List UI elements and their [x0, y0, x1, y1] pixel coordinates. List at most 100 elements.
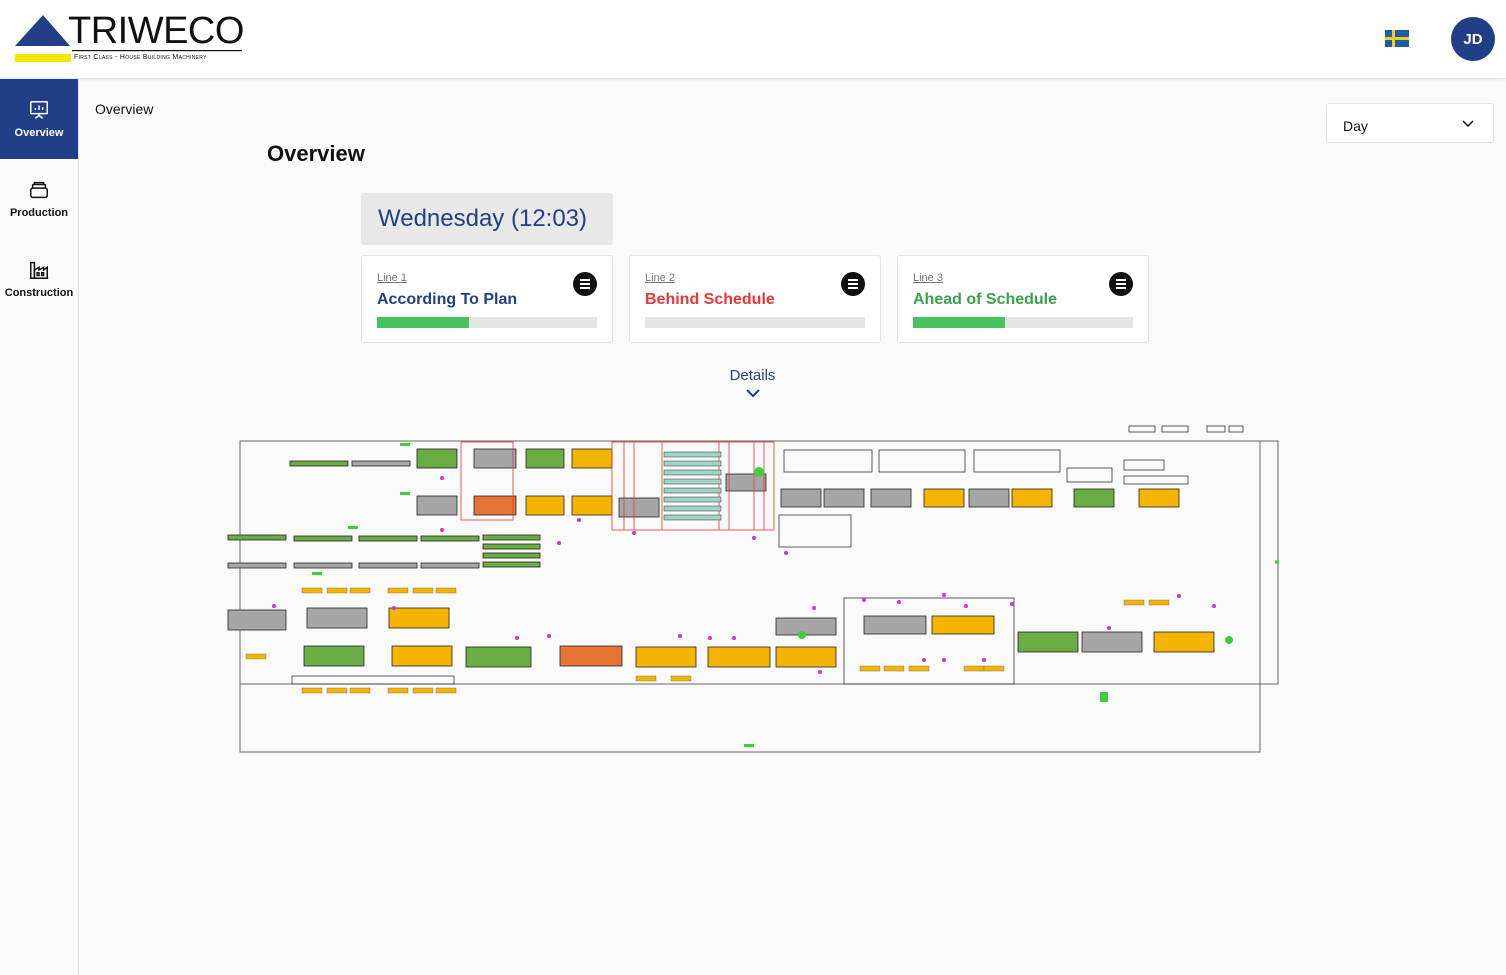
station-5	[416, 495, 458, 516]
chevron-down-icon	[745, 389, 760, 398]
station-25	[780, 488, 822, 508]
station-14	[293, 535, 353, 542]
station-47	[1081, 631, 1143, 653]
pallet-10	[387, 687, 409, 694]
pallet-1	[301, 587, 323, 594]
pallet-7	[301, 687, 323, 694]
logo-tagline: First Class - House Building Machinery	[74, 54, 207, 61]
day-time-chip: Wednesday (12:03)	[361, 193, 613, 245]
station-1	[416, 448, 458, 469]
station-28	[923, 488, 965, 508]
user-avatar[interactable]: JD	[1451, 17, 1495, 61]
line-status: Ahead of Schedule	[913, 291, 1058, 308]
chevron-down-icon	[1462, 120, 1474, 128]
station-39	[559, 645, 623, 667]
station-29	[968, 488, 1010, 508]
list-icon[interactable]	[573, 272, 597, 296]
station-15	[358, 535, 418, 542]
station-31	[1073, 488, 1115, 508]
station-3	[525, 448, 565, 469]
station-2	[473, 448, 517, 469]
period-select-value: Day	[1343, 118, 1368, 134]
pallet-22	[983, 665, 1005, 672]
sidebar-item-construction[interactable]: Construction	[0, 239, 78, 319]
sidebar-item-production[interactable]: Production	[0, 159, 78, 239]
breadcrumb[interactable]: Overview	[95, 101, 153, 117]
station-42	[775, 646, 837, 668]
station-33	[227, 609, 287, 631]
sidebar-item-label: Production	[9, 207, 69, 219]
pallet-5	[412, 587, 434, 594]
station-40	[635, 646, 697, 668]
station-43	[775, 617, 837, 636]
triweco-logo[interactable]: TRIWECO First Class - House Building Mac…	[14, 12, 246, 66]
line-name[interactable]: Line 3	[913, 272, 943, 284]
station-34	[306, 607, 368, 629]
pallet-15	[1148, 599, 1170, 606]
pallet-3	[349, 587, 371, 594]
station-22	[482, 543, 541, 550]
line-card-1[interactable]: Line 1 According To Plan	[361, 255, 613, 343]
presentation-chart-icon	[30, 101, 48, 119]
pallet-16	[635, 675, 657, 682]
station-24	[482, 561, 541, 568]
list-icon[interactable]	[841, 272, 865, 296]
station-17	[227, 562, 287, 569]
logo-wordmark: TRIWECO	[68, 10, 244, 52]
line-status: According To Plan	[377, 291, 518, 308]
station-41	[707, 646, 771, 668]
pallet-13	[245, 653, 267, 660]
station-9	[618, 497, 660, 518]
top-bar: TRIWECO First Class - House Building Mac…	[0, 0, 1506, 79]
sidebar: Overview Production Construction	[0, 79, 79, 975]
pallet-12	[435, 687, 457, 694]
details-label: Details	[729, 367, 776, 384]
pallet-4	[387, 587, 409, 594]
station-13	[227, 534, 287, 541]
details-toggle[interactable]: Details	[700, 367, 805, 404]
line-card-2[interactable]: Line 2 Behind Schedule	[629, 255, 881, 343]
station-27	[870, 488, 912, 508]
pallet-9	[349, 687, 371, 694]
day-time-label: Wednesday (12:03)	[378, 205, 588, 232]
sidebar-item-label: Construction	[4, 287, 74, 299]
station-12	[351, 460, 411, 467]
station-21	[482, 534, 541, 541]
line-card-3[interactable]: Line 3 Ahead of Schedule	[897, 255, 1149, 343]
line-progress-bar	[377, 317, 597, 328]
station-18	[293, 562, 353, 569]
pallet-11	[412, 687, 434, 694]
line-name[interactable]: Line 2	[645, 272, 675, 284]
station-30	[1011, 488, 1053, 508]
factory-icon	[29, 261, 49, 279]
station-45	[931, 615, 995, 635]
pallet-6	[435, 587, 457, 594]
station-16	[420, 535, 480, 542]
sidebar-item-overview[interactable]: Overview	[0, 79, 78, 159]
station-38	[465, 646, 532, 668]
line-progress-bar	[645, 317, 865, 328]
sweden-flag-icon[interactable]	[1385, 30, 1409, 47]
pallet-20	[908, 665, 930, 672]
station-32	[1138, 488, 1180, 508]
station-7	[525, 495, 565, 516]
sidebar-item-label: Overview	[14, 127, 64, 139]
pallet-14	[1123, 599, 1145, 606]
line-name[interactable]: Line 1	[377, 272, 407, 284]
station-4	[571, 448, 613, 469]
factory-floor-plan	[227, 425, 1279, 753]
station-46	[1017, 631, 1079, 653]
pallet-18	[859, 665, 881, 672]
station-37	[391, 645, 453, 667]
station-23	[482, 552, 541, 559]
station-35	[388, 607, 450, 629]
period-select[interactable]: Day	[1326, 103, 1494, 143]
station-48	[1153, 631, 1215, 653]
station-36	[303, 645, 365, 667]
list-icon[interactable]	[1109, 272, 1133, 296]
station-11	[289, 460, 349, 467]
line-progress-bar	[913, 317, 1133, 328]
pallet-17	[670, 675, 692, 682]
pallet-21	[963, 665, 985, 672]
station-19	[358, 562, 418, 569]
